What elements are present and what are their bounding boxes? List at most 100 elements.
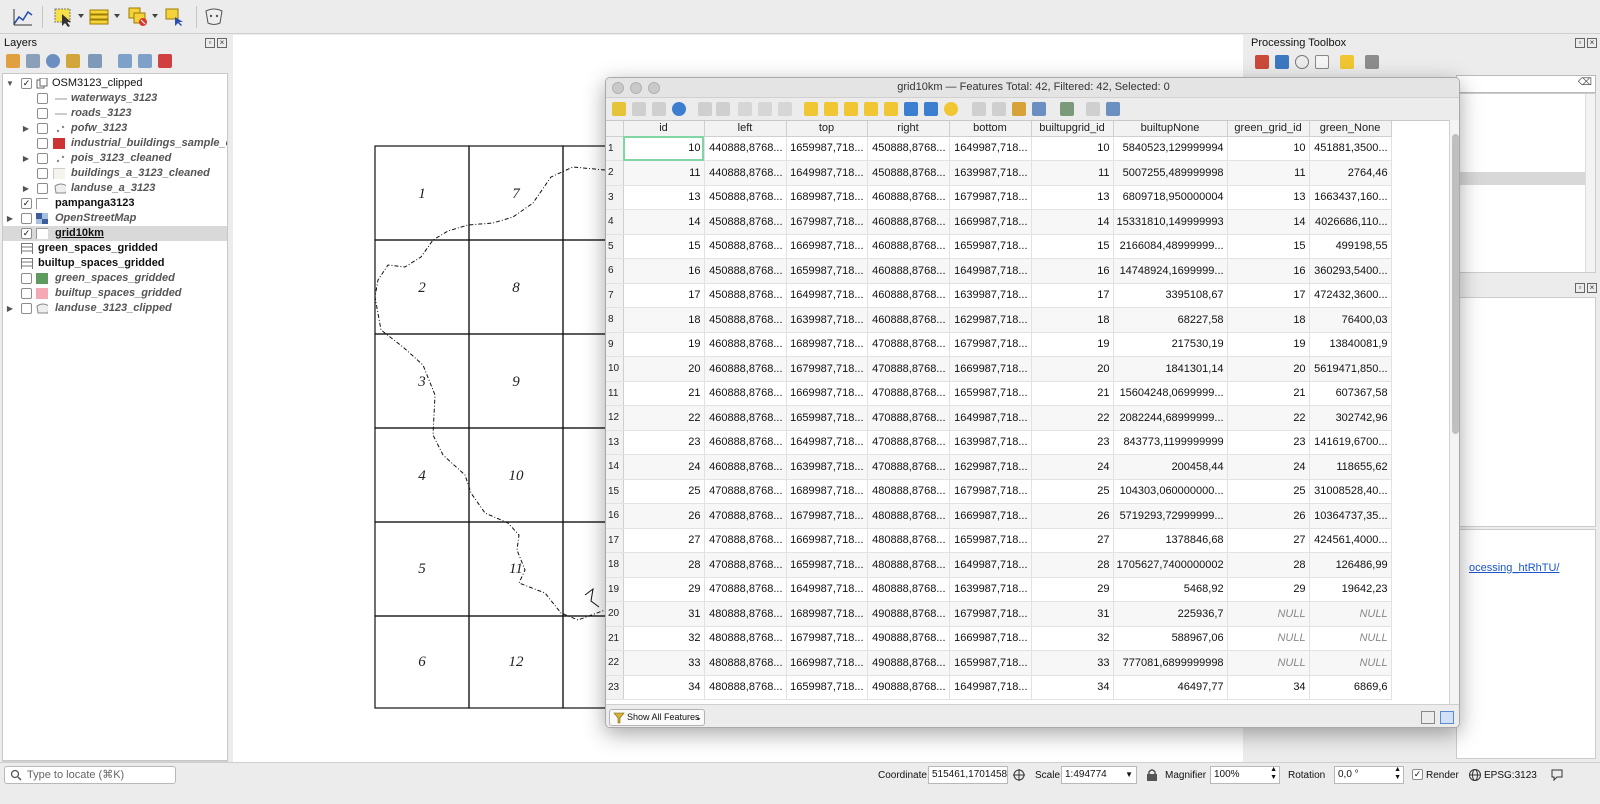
layer-checkbox[interactable] — [37, 123, 48, 134]
window-titlebar[interactable]: grid10km — Features Total: 42, Filtered:… — [606, 78, 1459, 98]
table-cell[interactable]: 460888,8768... — [704, 454, 787, 480]
table-cell[interactable]: 480888,8768... — [867, 503, 950, 529]
table-cell[interactable]: 480888,8768... — [867, 577, 950, 602]
layer-checkbox[interactable] — [37, 138, 48, 149]
table-view-icon[interactable] — [1440, 711, 1454, 724]
table-cell[interactable]: 1679987,718... — [786, 356, 868, 382]
table-row[interactable]: 14 24 460888,8768... 1639987,718... 470888,8… — [606, 454, 1392, 480]
column-header-green-grid-id[interactable]: green_grid_id — [1227, 121, 1310, 137]
table-cell[interactable]: 1639987,718... — [949, 577, 1032, 602]
table-row[interactable]: 23 34 480888,8768... 1659987,718... 490888,8… — [606, 675, 1392, 700]
scale-combobox[interactable]: 1:494774 ▼ — [1061, 766, 1137, 784]
layer-item[interactable]: ▶ landuse_a_3123 — [3, 181, 227, 196]
table-cell[interactable]: 22 — [1031, 405, 1114, 431]
table-cell[interactable]: 1669987,718... — [786, 650, 868, 676]
table-row[interactable]: 20 31 480888,8768... 1689987,718... 490888,8… — [606, 601, 1392, 627]
delete-feature-icon[interactable] — [716, 102, 730, 116]
table-row[interactable]: 22 33 480888,8768... 1669987,718... 490888,8… — [606, 650, 1392, 676]
table-cell[interactable]: 19 — [1227, 332, 1310, 357]
add-feature-icon[interactable] — [698, 102, 712, 116]
table-cell[interactable]: 480888,8768... — [704, 650, 787, 676]
table-row[interactable]: 21 32 480888,8768... 1679987,718... 490888,8… — [606, 626, 1392, 651]
row-number-header[interactable]: 13 — [606, 430, 624, 455]
table-cell[interactable]: 28 — [623, 552, 705, 578]
table-cell[interactable]: 21 — [623, 381, 705, 406]
table-cell[interactable]: 14 — [623, 209, 705, 235]
expand-arrow-icon[interactable]: ▶ — [21, 181, 31, 196]
lock-scale-icon[interactable] — [1146, 768, 1158, 782]
layer-checkbox[interactable] — [37, 108, 48, 119]
table-cell[interactable]: 21 — [1227, 381, 1310, 406]
table-cell[interactable]: 4026686,110... — [1309, 209, 1392, 235]
table-cell[interactable]: 499198,55 — [1309, 234, 1392, 259]
history-icon[interactable] — [1295, 55, 1309, 69]
table-cell[interactable]: 1679987,718... — [949, 332, 1032, 357]
table-cell[interactable]: 1639987,718... — [949, 283, 1032, 308]
filter-select-icon[interactable] — [884, 102, 898, 116]
table-cell[interactable]: 25 — [1031, 479, 1114, 504]
rotation-spinbox[interactable]: 0,0 ° ▲ ▼ — [1334, 766, 1404, 784]
table-cell[interactable]: 440888,8768... — [704, 136, 787, 161]
table-cell[interactable]: 480888,8768... — [867, 552, 950, 578]
table-cell[interactable]: 470888,8768... — [867, 454, 950, 480]
layer-checkbox[interactable]: ✓ — [21, 198, 32, 209]
table-cell[interactable]: 33 — [623, 650, 705, 676]
table-cell[interactable]: 450888,8768... — [867, 160, 950, 186]
table-cell[interactable]: 225936,7 — [1113, 601, 1228, 627]
table-cell[interactable]: 450888,8768... — [704, 234, 787, 259]
copy-icon[interactable] — [758, 102, 772, 116]
table-cell[interactable]: 27 — [1227, 528, 1310, 553]
scrollbar-thumb[interactable] — [1452, 134, 1459, 434]
table-cell[interactable]: 23 — [1227, 430, 1310, 455]
field-calculator-icon[interactable] — [1032, 102, 1046, 116]
table-cell[interactable]: 1649987,718... — [786, 430, 868, 455]
delete-field-icon[interactable] — [992, 102, 1006, 116]
table-cell[interactable]: 451881,3500... — [1309, 136, 1392, 161]
table-cell[interactable]: 21 — [1031, 381, 1114, 406]
filter-expression-icon[interactable] — [88, 54, 102, 68]
column-header-id[interactable]: id — [623, 121, 705, 137]
paste-icon[interactable] — [778, 102, 792, 116]
table-cell[interactable]: 26 — [623, 503, 705, 529]
table-cell[interactable]: 1629987,718... — [949, 454, 1032, 480]
table-cell[interactable]: 1679987,718... — [786, 209, 868, 235]
list-scrollbar[interactable] — [1585, 94, 1595, 272]
select-features-icon[interactable] — [52, 6, 74, 28]
table-cell[interactable]: 14748924,1699999... — [1113, 258, 1228, 284]
reload-icon[interactable] — [672, 102, 686, 116]
table-cell[interactable]: 1649987,718... — [949, 136, 1032, 161]
table-cell[interactable]: 360293,5400... — [1309, 258, 1392, 284]
table-cell[interactable]: 32 — [623, 626, 705, 651]
table-row[interactable]: 17 27 470888,8768... 1669987,718... 480888,8… — [606, 528, 1392, 553]
layer-item[interactable]: ▶ OpenStreetMap — [3, 211, 227, 226]
deselect-all-icon[interactable] — [864, 102, 878, 116]
table-cell[interactable]: 777081,6899999998 — [1113, 650, 1228, 676]
table-cell[interactable]: 1679987,718... — [949, 601, 1032, 627]
table-cell[interactable]: 24 — [1031, 454, 1114, 480]
table-cell[interactable]: 460888,8768... — [867, 185, 950, 210]
table-cell[interactable]: NULL — [1309, 650, 1392, 676]
table-cell[interactable]: 450888,8768... — [704, 307, 787, 333]
zoom-to-selection-icon[interactable] — [944, 102, 958, 116]
table-cell[interactable]: 1378846,68 — [1113, 528, 1228, 553]
table-cell[interactable]: 1639987,718... — [786, 307, 868, 333]
table-cell[interactable]: 200458,44 — [1113, 454, 1228, 480]
table-vertical-scrollbar[interactable] — [1449, 120, 1459, 704]
column-header-builtupgrid-id[interactable]: builtupgrid_id — [1031, 121, 1114, 137]
row-number-header[interactable]: 7 — [606, 283, 624, 308]
table-cell[interactable]: 1649987,718... — [949, 552, 1032, 578]
table-row[interactable]: 3 13 450888,8768... 1689987,718... 460888,87… — [606, 185, 1392, 210]
messages-icon[interactable] — [1550, 768, 1564, 782]
table-cell[interactable]: 20 — [623, 356, 705, 382]
conditional-formatting-icon[interactable] — [1060, 102, 1074, 116]
table-cell[interactable]: 480888,8768... — [704, 601, 787, 627]
table-cell[interactable]: 5468,92 — [1113, 577, 1228, 602]
table-cell[interactable]: 23 — [1031, 430, 1114, 455]
row-number-header[interactable]: 2 — [606, 160, 624, 186]
layer-item[interactable]: ▶ pois_3123_cleaned — [3, 151, 227, 166]
table-cell[interactable]: 470888,8768... — [704, 528, 787, 553]
column-header-builtupnone[interactable]: builtupNone — [1113, 121, 1228, 137]
table-cell[interactable]: 1659987,718... — [949, 381, 1032, 406]
table-cell[interactable]: 460888,8768... — [704, 381, 787, 406]
float-panel-icon[interactable]: ▫ — [205, 38, 215, 48]
